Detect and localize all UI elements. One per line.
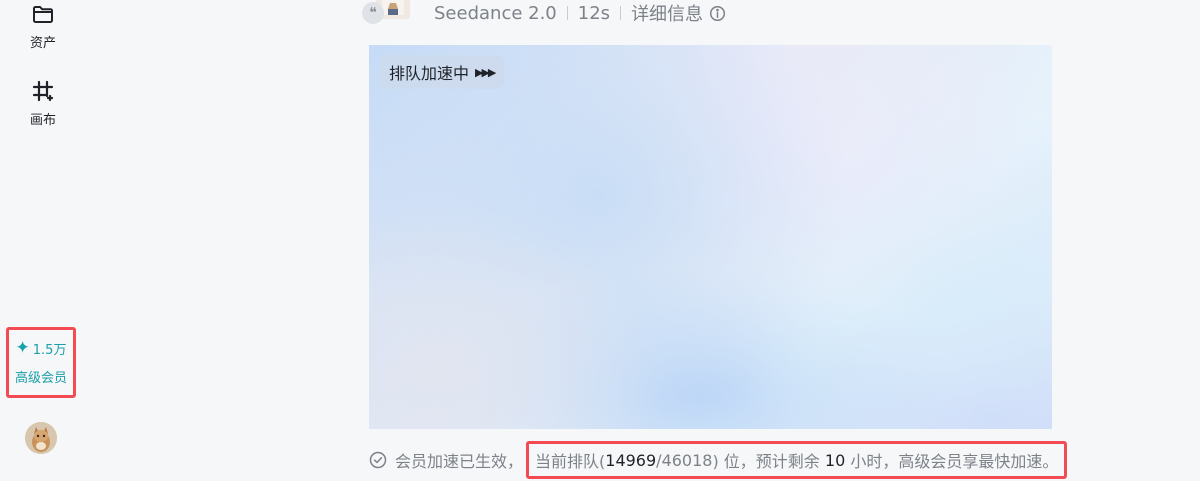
credits-value: 1.5万 xyxy=(32,343,67,358)
queue-status-badge: 排队加速中 ▶▶▶ xyxy=(379,55,505,89)
sidebar: 资产 画布 ✦ 1.5万 高级会员 xyxy=(0,0,86,481)
video-preview-placeholder: 排队加速中 ▶▶▶ xyxy=(369,45,1052,429)
check-circle-icon xyxy=(369,451,387,469)
video-duration: 12s xyxy=(577,2,611,24)
divider xyxy=(620,6,622,20)
queue-text-before: 当前排队( xyxy=(535,452,606,471)
acceleration-active-text: 会员加速已生效， xyxy=(395,452,524,471)
play-arrows-icon: ▶▶▶ xyxy=(475,65,496,79)
queue-status-line: 会员加速已生效， 当前排队( 14969 / 46018 ) 位，预计剩余 10… xyxy=(369,441,1068,479)
user-avatar-icon xyxy=(25,422,57,454)
queue-text-after: ) 位，预计剩余 xyxy=(712,452,825,471)
avatar[interactable] xyxy=(25,422,57,454)
remaining-suffix: 小时，高级会员享最快加速。 xyxy=(845,452,1059,471)
sidebar-item-canvas[interactable]: 画布 xyxy=(0,79,86,128)
folder-icon xyxy=(33,6,53,23)
membership-upgrade[interactable]: ✦ 1.5万 高级会员 xyxy=(6,327,76,398)
sidebar-item-label: 资产 xyxy=(29,36,56,51)
credits-balance: ✦ 1.5万 xyxy=(15,338,67,359)
info-icon[interactable] xyxy=(709,5,726,22)
sidebar-item-label: 画布 xyxy=(29,113,56,128)
queue-position: 14969 xyxy=(605,450,657,470)
sparkle-icon: ✦ xyxy=(15,338,30,358)
details-link[interactable]: 详细信息 xyxy=(631,0,703,26)
queue-position-text: 当前排队( 14969 / 46018 ) 位，预计剩余 10 小时，高级会员享… xyxy=(526,441,1068,479)
membership-tier-label: 高级会员 xyxy=(14,371,67,386)
model-name: Seedance 2.0 xyxy=(434,2,557,24)
sidebar-item-assets[interactable]: 资产 xyxy=(0,2,86,51)
generation-header: ❝ Seedance 2.0 12s 详细信息 xyxy=(362,0,726,26)
queue-total: 46018 xyxy=(661,450,713,470)
queue-badge-label: 排队加速中 xyxy=(389,64,470,83)
divider xyxy=(566,6,568,20)
remaining-hours: 10 xyxy=(824,450,846,470)
canvas-grid-icon xyxy=(32,80,54,102)
quote-icon: ❝ xyxy=(362,2,384,24)
